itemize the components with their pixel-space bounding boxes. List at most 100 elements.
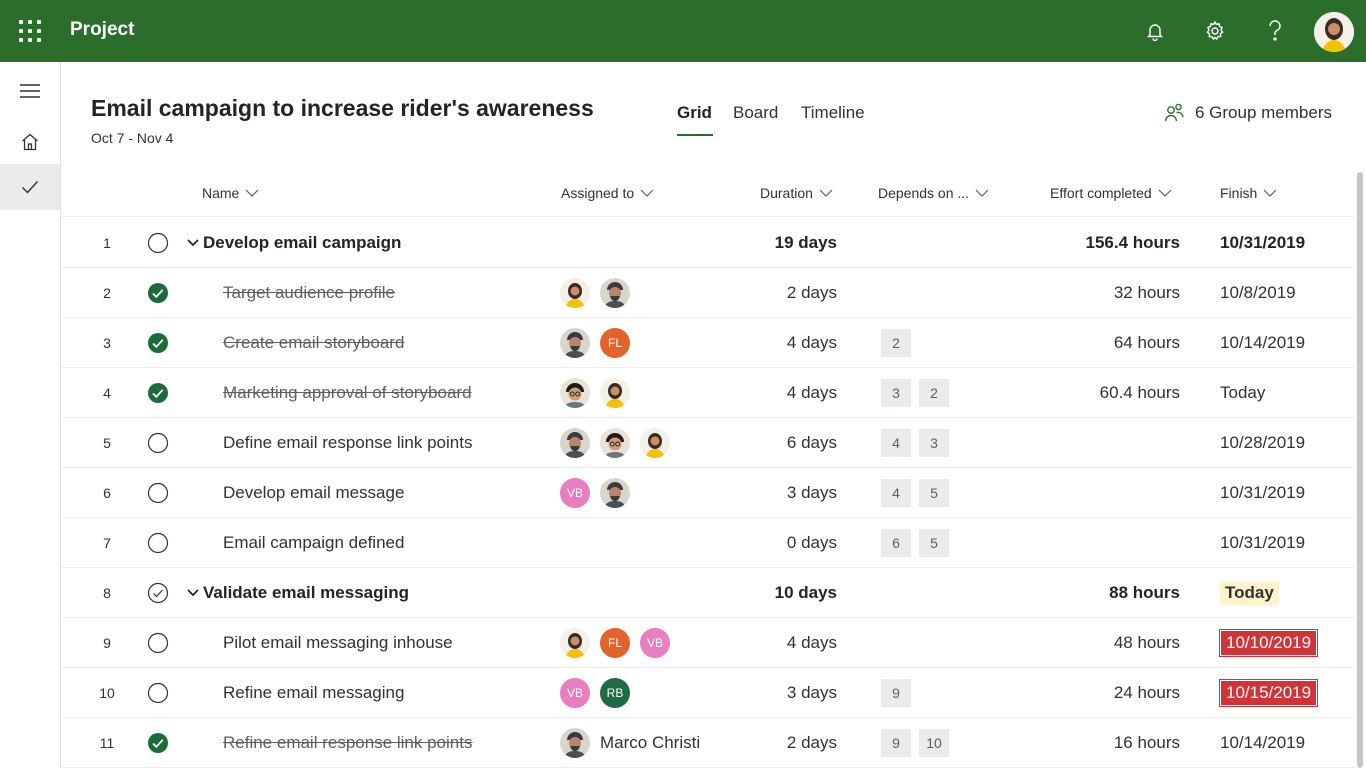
dependency-chip[interactable]: 3 xyxy=(881,378,911,407)
table-row-summary[interactable]: 8 Validate email messaging 10 days 88 ho… xyxy=(62,568,1354,618)
task-duration[interactable]: 3 days xyxy=(787,468,837,517)
task-finish[interactable]: 10/8/2019 xyxy=(1220,268,1296,317)
task-finish[interactable]: Today xyxy=(1220,568,1279,617)
table-row[interactable]: 7 Email campaign defined 0 days 6 5 10/3… xyxy=(62,518,1354,568)
assignee-photo-man[interactable] xyxy=(600,277,630,308)
task-dependencies[interactable]: 9 10 xyxy=(881,718,949,767)
assignees[interactable]: Marco Christi xyxy=(560,718,705,767)
group-members-button[interactable]: 6 Group members xyxy=(1164,102,1332,123)
collapse-chevron-icon[interactable] xyxy=(187,588,199,597)
incomplete-circle-icon[interactable] xyxy=(147,618,169,667)
assignees[interactable]: FL xyxy=(560,318,630,367)
assignees[interactable]: VB RB xyxy=(560,668,630,717)
task-duration[interactable]: 3 days xyxy=(787,668,837,717)
incomplete-circle-icon[interactable] xyxy=(147,518,169,567)
table-row[interactable]: 11 Refine email response link points Mar… xyxy=(62,718,1354,768)
incomplete-circle-icon[interactable] xyxy=(147,468,169,517)
task-effort[interactable]: 60.4 hours xyxy=(1100,368,1180,417)
table-row[interactable]: 2 Target audience profile 2 days 32 hour… xyxy=(62,268,1354,318)
completed-check-icon[interactable] xyxy=(147,368,169,417)
vertical-scrollbar[interactable] xyxy=(1357,172,1363,768)
assignees[interactable] xyxy=(560,268,630,317)
assignees[interactable]: FL VB xyxy=(560,618,670,667)
assignee-photo-woman[interactable] xyxy=(640,427,670,458)
tab-board[interactable]: Board xyxy=(733,103,778,123)
assignee-initials-avatar[interactable]: VB xyxy=(640,627,670,658)
help-question-icon[interactable] xyxy=(1262,18,1288,44)
task-name[interactable]: Refine email messaging xyxy=(223,668,404,717)
task-finish[interactable]: 10/28/2019 xyxy=(1220,418,1305,467)
task-finish[interactable]: 10/14/2019 xyxy=(1220,318,1305,367)
assignee-photo-man[interactable] xyxy=(560,327,590,358)
app-title[interactable]: Project xyxy=(70,19,134,41)
task-dependencies[interactable]: 6 5 xyxy=(881,518,949,567)
assignee-initials-avatar[interactable]: VB xyxy=(560,677,590,708)
task-duration[interactable]: 4 days xyxy=(787,318,837,367)
incomplete-circle-icon[interactable] xyxy=(147,668,169,717)
table-row[interactable]: 5 Define email response link points 6 da… xyxy=(62,418,1354,468)
task-effort[interactable]: 48 hours xyxy=(1114,618,1180,667)
task-duration[interactable]: 0 days xyxy=(787,518,837,567)
project-title[interactable]: Email campaign to increase rider's aware… xyxy=(91,95,594,122)
task-finish[interactable]: 10/31/2019 xyxy=(1220,518,1305,567)
task-effort[interactable]: 24 hours xyxy=(1114,668,1180,717)
task-duration[interactable]: 6 days xyxy=(787,418,837,467)
table-row[interactable]: 6 Develop email message VB 3 days 4 5 10… xyxy=(62,468,1354,518)
assignee-photo-woman[interactable] xyxy=(600,377,630,408)
assignee-initials-avatar[interactable]: RB xyxy=(600,677,630,708)
assignee-photo-man[interactable] xyxy=(560,727,590,758)
summary-task-name[interactable]: Validate email messaging xyxy=(187,568,409,617)
assignee-initials-avatar[interactable]: FL xyxy=(600,327,630,358)
incomplete-circle-icon[interactable] xyxy=(147,218,169,267)
task-finish[interactable]: 10/15/2019 xyxy=(1218,668,1319,717)
task-name[interactable]: Marketing approval of storyboard xyxy=(223,368,472,417)
settings-gear-icon[interactable] xyxy=(1202,18,1228,44)
task-dependencies[interactable]: 9 xyxy=(881,668,911,717)
task-effort[interactable]: 156.4 hours xyxy=(1086,218,1181,267)
column-header-name[interactable]: Name xyxy=(202,185,259,201)
column-header-effort[interactable]: Effort completed xyxy=(1050,185,1172,201)
task-dependencies[interactable]: 4 5 xyxy=(881,468,949,517)
notifications-bell-icon[interactable] xyxy=(1142,18,1168,44)
hamburger-menu-icon[interactable] xyxy=(0,68,60,114)
task-effort[interactable]: 64 hours xyxy=(1114,318,1180,367)
task-name[interactable]: Define email response link points xyxy=(223,418,472,467)
task-finish[interactable]: 10/31/2019 xyxy=(1220,218,1305,267)
table-row[interactable]: 9 Pilot email messaging inhouse FL VB 4 … xyxy=(62,618,1354,668)
column-header-finish[interactable]: Finish xyxy=(1220,185,1277,201)
completed-check-icon[interactable] xyxy=(147,718,169,767)
task-finish[interactable]: 10/10/2019 xyxy=(1218,618,1319,667)
task-effort[interactable]: 16 hours xyxy=(1114,718,1180,767)
table-row[interactable]: 4 Marketing approval of storyboard 4 day… xyxy=(62,368,1354,418)
assignee-photo-man-glasses[interactable] xyxy=(560,377,590,408)
task-duration[interactable]: 4 days xyxy=(787,618,837,667)
dependency-chip[interactable]: 9 xyxy=(881,728,911,757)
task-duration[interactable]: 19 days xyxy=(775,218,837,267)
incomplete-circle-icon[interactable] xyxy=(147,418,169,467)
dependency-chip[interactable]: 10 xyxy=(919,728,949,757)
assignee-photo-woman[interactable] xyxy=(560,627,590,658)
dependency-chip[interactable]: 5 xyxy=(919,478,949,507)
task-name[interactable]: Target audience profile xyxy=(223,268,395,317)
task-effort[interactable]: 88 hours xyxy=(1109,568,1180,617)
task-duration[interactable]: 4 days xyxy=(787,368,837,417)
dependency-chip[interactable]: 2 xyxy=(881,328,911,357)
dependency-chip[interactable]: 4 xyxy=(881,428,911,457)
task-name[interactable]: Create email storyboard xyxy=(223,318,404,367)
completed-check-icon[interactable] xyxy=(147,318,169,367)
task-name[interactable]: Develop email message xyxy=(223,468,404,517)
column-header-duration[interactable]: Duration xyxy=(760,185,833,201)
column-header-depends[interactable]: Depends on ... xyxy=(878,185,989,201)
task-duration[interactable]: 2 days xyxy=(787,268,837,317)
assignees[interactable] xyxy=(560,418,670,467)
task-dependencies[interactable]: 4 3 xyxy=(881,418,949,467)
tab-timeline[interactable]: Timeline xyxy=(801,103,865,123)
task-dependencies[interactable]: 2 xyxy=(881,318,911,367)
table-row-summary[interactable]: 1 Develop email campaign 19 days 156.4 h… xyxy=(62,218,1354,268)
home-icon[interactable] xyxy=(0,119,60,165)
collapse-chevron-icon[interactable] xyxy=(187,238,199,247)
task-effort[interactable]: 32 hours xyxy=(1114,268,1180,317)
summary-task-name[interactable]: Develop email campaign xyxy=(187,218,401,267)
dependency-chip[interactable]: 4 xyxy=(881,478,911,507)
task-dependencies[interactable]: 3 2 xyxy=(881,368,949,417)
